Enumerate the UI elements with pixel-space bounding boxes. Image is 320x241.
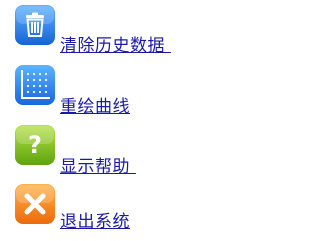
exit-system-item[interactable]: 退出系统 (12, 183, 232, 232)
exit-system-label[interactable]: 退出系统 (60, 207, 130, 232)
chart-grid-icon[interactable] (14, 64, 56, 106)
svg-text:?: ? (28, 131, 42, 159)
show-help-label[interactable]: 显示帮助 (60, 152, 136, 177)
clear-history-label[interactable]: 清除历史数据 (60, 31, 171, 56)
action-menu: 清除历史数据 重绘曲线 ? 显示帮助 退出系统 (0, 0, 255, 241)
redraw-curve-label[interactable]: 重绘曲线 (60, 92, 130, 117)
trash-icon[interactable] (14, 4, 56, 46)
redraw-curve-item[interactable]: 重绘曲线 (12, 64, 232, 117)
show-help-item[interactable]: ? 显示帮助 (12, 124, 232, 177)
help-icon[interactable]: ? (14, 124, 56, 166)
clear-history-item[interactable]: 清除历史数据 (12, 4, 232, 56)
close-icon[interactable] (14, 183, 56, 225)
